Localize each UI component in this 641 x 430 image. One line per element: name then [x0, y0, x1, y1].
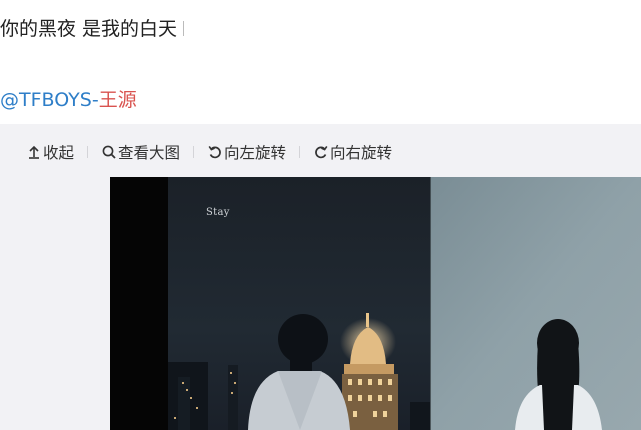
- collapse-label: 收起: [43, 144, 75, 162]
- collapse-button[interactable]: 收起: [26, 141, 74, 163]
- rotate-right-label: 向右旋转: [330, 144, 393, 162]
- collapse-up-icon: [26, 144, 42, 160]
- post-image-artwork: [110, 177, 641, 430]
- media-panel: 收起 查看大图 向左旋转 向右旋转 Stay: [0, 124, 641, 430]
- text-cursor: [183, 21, 185, 36]
- toolbar-divider: [193, 146, 195, 158]
- post-image[interactable]: Stay: [110, 177, 641, 430]
- rotate-left-button[interactable]: 向左旋转: [207, 141, 286, 163]
- view-large-label: 查看大图: [118, 144, 181, 162]
- mention-handle[interactable]: @TFBOYS-: [0, 89, 99, 111]
- post-text-content: 你的黑夜 是我的白天: [0, 18, 178, 40]
- image-toolbar: 收起 查看大图 向左旋转 向右旋转: [26, 140, 392, 164]
- toolbar-divider: [87, 146, 89, 158]
- image-overlay-text: Stay: [206, 207, 230, 218]
- post-text: 你的黑夜 是我的白天: [0, 17, 185, 41]
- view-large-button[interactable]: 查看大图: [101, 141, 180, 163]
- toolbar-divider: [299, 146, 301, 158]
- rotate-right-button[interactable]: 向右旋转: [313, 141, 392, 163]
- rotate-right-icon: [313, 144, 329, 160]
- mention-link[interactable]: @TFBOYS-王源: [0, 88, 137, 112]
- mention-name[interactable]: 王源: [99, 89, 137, 111]
- magnifier-icon: [101, 144, 117, 160]
- rotate-left-label: 向左旋转: [224, 144, 287, 162]
- rotate-left-icon: [207, 144, 223, 160]
